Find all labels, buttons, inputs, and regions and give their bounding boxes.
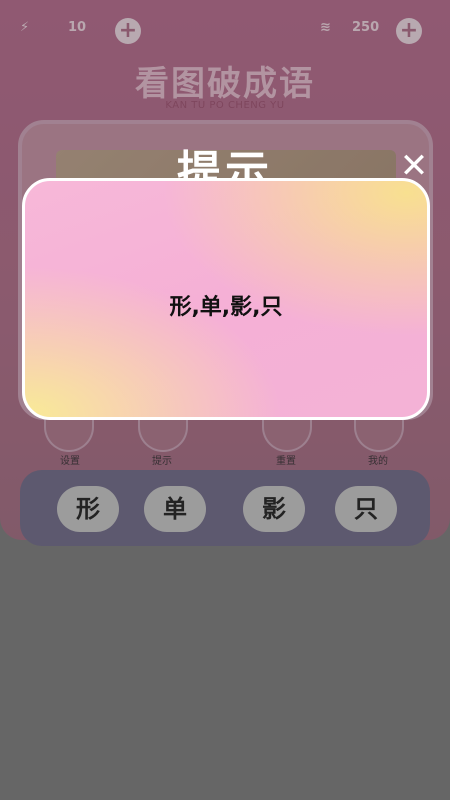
hint-dialog: 形,单,影,只 [22, 178, 430, 420]
hint-text: 形,单,影,只 [169, 295, 283, 320]
